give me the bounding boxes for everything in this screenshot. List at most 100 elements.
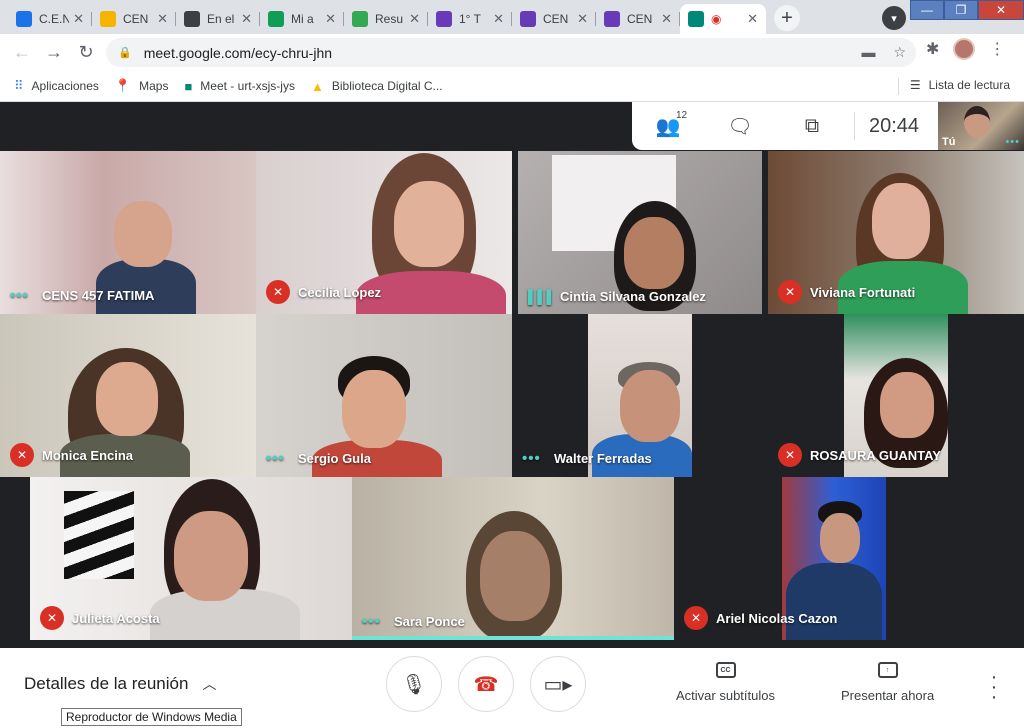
participant-label: ••• CENS 457 FATIMA (10, 287, 154, 304)
participant-tile[interactable]: ✕ Monica Encina (0, 314, 256, 477)
browser-tab[interactable]: CEN ✕ (92, 4, 176, 34)
browser-tab[interactable]: CEN ✕ (512, 4, 596, 34)
participant-face (880, 372, 934, 438)
chat-button[interactable]: 🗨 (704, 114, 776, 139)
more-dots-icon[interactable]: ••• (10, 287, 34, 304)
meet-favicon-icon (688, 11, 704, 27)
browser-tab[interactable]: C.E.N ✕ (8, 4, 92, 34)
close-icon[interactable]: ✕ (241, 11, 252, 27)
participant-tile[interactable]: ••• Walter Ferradas (512, 314, 768, 477)
bookmark-maps[interactable]: 📍 Maps (115, 78, 169, 94)
participant-tile[interactable]: ••• Sara Ponce (352, 477, 674, 640)
bus-favicon-icon (268, 11, 284, 27)
participant-tile[interactable]: ✕ Julieta Acosta (30, 477, 352, 640)
browser-tab-active[interactable]: ◉ ✕ (680, 4, 766, 34)
bookmark-apps[interactable]: ⠿ Aplicaciones (14, 78, 99, 94)
reading-list-button[interactable]: ☰ Lista de lectura (897, 78, 1010, 95)
close-icon[interactable]: ✕ (493, 11, 504, 27)
participant-tile[interactable]: ••• CENS 457 FATIMA (0, 151, 256, 314)
forward-icon[interactable]: → (38, 37, 70, 69)
minimize-icon[interactable]: — (910, 0, 944, 20)
forms-favicon-icon (520, 11, 536, 27)
participant-label: ✕ Monica Encina (10, 443, 133, 467)
close-icon[interactable]: ✕ (73, 11, 84, 27)
participant-label: ✕ Viviana Fortunati (778, 280, 915, 304)
browser-tab[interactable]: 1° T ✕ (428, 4, 512, 34)
window-close-icon[interactable]: ✕ (978, 0, 1024, 20)
more-dots-icon[interactable]: ••• (1005, 136, 1020, 148)
participant-tile[interactable]: ✕ Viviana Fortunati (768, 151, 1024, 314)
reading-list-label: Lista de lectura (928, 78, 1010, 92)
participant-tile[interactable]: ▌▌▌ Cintia Silvana Gonzalez (518, 151, 762, 314)
puzzle-icon[interactable]: ✱ (926, 39, 939, 59)
participants-button[interactable]: 👥 12 (632, 110, 704, 139)
reload-icon[interactable]: ↻ (70, 37, 102, 69)
browser-tab[interactable]: CEN ✕ (596, 4, 680, 34)
participant-tile[interactable]: ✕ Ariel Nicolas Cazon (674, 477, 996, 640)
mic-off-icon: ✕ (778, 443, 802, 467)
back-icon[interactable]: ← (6, 37, 38, 69)
camera-button[interactable]: ▭▸ (530, 656, 586, 712)
extension-area: ✱ ⋮ (926, 38, 1005, 60)
more-dots-icon[interactable]: ••• (362, 613, 386, 630)
participant-name: Ariel Nicolas Cazon (716, 610, 838, 626)
tab-label: CEN (543, 12, 569, 26)
microphone-button[interactable]: 🎙 (386, 656, 442, 712)
close-icon[interactable]: ✕ (577, 11, 588, 27)
apps-grid-icon: ⠿ (14, 78, 24, 93)
captions-button[interactable]: CC Activar subtítulos (676, 662, 775, 703)
close-icon[interactable]: ✕ (325, 11, 336, 27)
new-tab-button[interactable]: + (774, 5, 800, 31)
active-speaker-bar (352, 636, 674, 640)
video-camera-icon: ▭▸ (543, 673, 573, 696)
reading-list-icon: ☰ (909, 78, 921, 92)
participant-face (96, 362, 158, 436)
browser-tab[interactable]: Mi a ✕ (260, 4, 344, 34)
mic-off-icon: ✕ (10, 443, 34, 467)
star-icon[interactable]: ☆ (893, 44, 906, 61)
participant-tile[interactable]: ••• Sergio Gula (256, 314, 512, 477)
browser-tab[interactable]: En el ✕ (176, 4, 260, 34)
mic-off-icon: ✕ (778, 280, 802, 304)
tab-label: En el (207, 12, 235, 26)
close-icon[interactable]: ✕ (747, 11, 758, 27)
self-view-tile[interactable]: Tú ••• (938, 102, 1024, 150)
tab-label: CEN (123, 12, 149, 26)
more-dots-icon[interactable]: ••• (522, 450, 546, 467)
participant-label: ••• Sergio Gula (266, 450, 371, 467)
lock-icon[interactable]: 🔒 (118, 46, 132, 59)
chevron-up-icon: ︿ (202, 676, 217, 692)
participant-face (620, 370, 680, 442)
browser-tab[interactable]: Resu ✕ (344, 4, 428, 34)
participant-label: ✕ Cecilia Lopez (266, 280, 381, 304)
url-field[interactable]: 🔒 meet.google.com/ecy-chru-jhn ▬ ☆ (106, 38, 916, 67)
participant-name: Viviana Fortunati (810, 284, 916, 300)
more-options-icon[interactable]: · · · (986, 667, 1002, 707)
activities-button[interactable]: ⧉ (776, 115, 848, 138)
tab-search-icon[interactable]: ▾ (882, 6, 906, 30)
tab-label: CEN (627, 12, 653, 26)
bookmark-biblioteca[interactable]: ▲ Biblioteca Digital C... (311, 79, 443, 94)
tab-label: Resu (375, 12, 404, 26)
close-icon[interactable]: ✕ (157, 11, 168, 27)
window-controls: — ❐ ✕ (910, 0, 1024, 20)
participant-tile[interactable]: ✕ Cecilia Lopez (256, 151, 512, 314)
close-icon[interactable]: ✕ (409, 11, 420, 27)
drive-icon: ▲ (310, 78, 324, 94)
close-icon[interactable]: ✕ (661, 11, 672, 27)
bookmark-meet[interactable]: ■ Meet - urt-xsjs-jys (184, 79, 295, 94)
leave-call-button[interactable]: ☎ (458, 656, 514, 712)
participant-label: ▌▌▌ Cintia Silvana Gonzalez (528, 289, 706, 304)
forms-favicon-icon (436, 11, 452, 27)
more-dots-icon[interactable]: ••• (266, 450, 290, 467)
restore-icon[interactable]: ❐ (944, 0, 978, 20)
kebab-menu-icon[interactable]: ⋮ (989, 39, 1005, 59)
camera-icon[interactable]: ▬ (861, 44, 875, 61)
participant-face (820, 513, 860, 563)
captions-label: Activar subtítulos (676, 688, 775, 703)
address-bar: ← → ↻ 🔒 meet.google.com/ecy-chru-jhn ▬ ☆ (0, 34, 1024, 71)
present-now-button[interactable]: ↑ Presentar ahora (841, 662, 934, 703)
participant-tile[interactable]: ✕ ROSAURA GUANTAY (768, 314, 1024, 477)
meeting-details-button[interactable]: Detalles de la reunión ︿ (24, 674, 216, 694)
avatar[interactable] (953, 38, 976, 60)
